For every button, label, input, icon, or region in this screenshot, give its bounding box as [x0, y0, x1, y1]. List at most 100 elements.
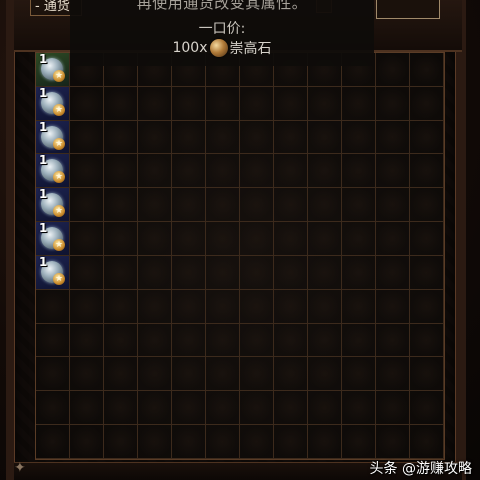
stash-cell[interactable]: [376, 154, 410, 189]
stash-cell[interactable]: [172, 289, 206, 324]
stash-cell[interactable]: [104, 425, 138, 459]
stash-cell[interactable]: [308, 222, 342, 256]
stash-cell[interactable]: [172, 425, 206, 459]
stash-cell[interactable]: [410, 188, 444, 223]
stash-cell[interactable]: [104, 222, 138, 256]
stash-cell[interactable]: [70, 289, 104, 324]
stash-cell[interactable]: [240, 222, 274, 256]
stash-cell[interactable]: [376, 86, 410, 121]
stash-cell[interactable]: [342, 86, 376, 121]
stash-cell[interactable]: [104, 323, 138, 358]
stash-cell[interactable]: [36, 425, 70, 459]
stash-cell[interactable]: [206, 255, 240, 290]
stash-cell[interactable]: [70, 255, 104, 290]
stash-item[interactable]: ★ 1: [36, 120, 70, 155]
stash-cell[interactable]: [138, 120, 172, 155]
stash-cell[interactable]: [36, 391, 70, 426]
stash-cell[interactable]: [70, 154, 104, 189]
stash-cell[interactable]: [308, 357, 342, 392]
stash-cell[interactable]: [104, 357, 138, 392]
stash-cell[interactable]: [376, 289, 410, 324]
stash-cell[interactable]: [206, 323, 240, 358]
stash-cell[interactable]: [342, 255, 376, 290]
stash-cell[interactable]: [308, 425, 342, 459]
stash-cell[interactable]: [70, 391, 104, 426]
stash-cell[interactable]: [138, 188, 172, 223]
stash-cell[interactable]: [206, 391, 240, 426]
stash-cell[interactable]: [308, 86, 342, 121]
stash-cell[interactable]: [410, 323, 444, 358]
stash-cell[interactable]: [240, 86, 274, 121]
stash-cell[interactable]: [172, 391, 206, 426]
stash-cell[interactable]: [308, 188, 342, 223]
stash-cell[interactable]: [206, 222, 240, 256]
stash-cell[interactable]: [172, 154, 206, 189]
stash-cell[interactable]: [274, 255, 308, 290]
stash-cell[interactable]: [172, 188, 206, 223]
stash-cell[interactable]: [240, 323, 274, 358]
stash-cell[interactable]: [308, 154, 342, 189]
stash-cell[interactable]: [206, 154, 240, 189]
stash-cell[interactable]: [410, 120, 444, 155]
stash-cell[interactable]: [342, 154, 376, 189]
stash-cell[interactable]: [274, 323, 308, 358]
stash-cell[interactable]: [172, 255, 206, 290]
stash-cell[interactable]: [274, 120, 308, 155]
stash-cell[interactable]: [206, 120, 240, 155]
stash-item[interactable]: ★ 1: [36, 52, 70, 87]
stash-cell[interactable]: [104, 154, 138, 189]
stash-cell[interactable]: [342, 425, 376, 459]
stash-cell[interactable]: [376, 188, 410, 223]
stash-item[interactable]: ★ 1: [36, 153, 70, 189]
stash-cell[interactable]: [172, 357, 206, 392]
stash-cell[interactable]: [376, 255, 410, 290]
stash-item[interactable]: ★ 1: [36, 187, 70, 223]
stash-cell[interactable]: [138, 154, 172, 189]
stash-cell[interactable]: [104, 120, 138, 155]
stash-cell[interactable]: [308, 255, 342, 290]
stash-cell[interactable]: [70, 425, 104, 459]
stash-cell[interactable]: [410, 255, 444, 290]
stash-cell[interactable]: [410, 425, 444, 459]
stash-cell[interactable]: [138, 323, 172, 358]
stash-cell[interactable]: [240, 188, 274, 223]
stash-cell[interactable]: [70, 86, 104, 121]
stash-cell[interactable]: [138, 289, 172, 324]
stash-cell[interactable]: [342, 391, 376, 426]
stash-cell[interactable]: [104, 289, 138, 324]
stash-cell[interactable]: [410, 53, 444, 87]
stash-item[interactable]: ★ 1: [36, 255, 70, 290]
stash-cell[interactable]: [410, 357, 444, 392]
stash-cell[interactable]: [342, 188, 376, 223]
stash-cell[interactable]: [240, 120, 274, 155]
stash-cell[interactable]: [104, 255, 138, 290]
stash-cell[interactable]: [376, 120, 410, 155]
stash-cell[interactable]: [274, 425, 308, 459]
stash-cell[interactable]: [138, 357, 172, 392]
stash-tab-right[interactable]: [376, 0, 440, 19]
stash-cell[interactable]: [274, 289, 308, 324]
stash-cell[interactable]: [274, 222, 308, 256]
stash-cell[interactable]: [240, 154, 274, 189]
stash-cell[interactable]: [308, 120, 342, 155]
stash-cell[interactable]: [206, 425, 240, 459]
stash-cell[interactable]: [36, 289, 70, 324]
stash-cell[interactable]: [240, 391, 274, 426]
stash-cell[interactable]: [376, 391, 410, 426]
stash-cell[interactable]: [206, 289, 240, 324]
stash-cell[interactable]: [274, 391, 308, 426]
stash-cell[interactable]: [138, 255, 172, 290]
stash-cell[interactable]: [138, 425, 172, 459]
stash-cell[interactable]: [376, 425, 410, 459]
stash-cell[interactable]: [206, 86, 240, 121]
stash-cell[interactable]: [70, 357, 104, 392]
stash-cell[interactable]: [308, 391, 342, 426]
stash-cell[interactable]: [342, 222, 376, 256]
stash-cell[interactable]: [410, 86, 444, 121]
stash-cell[interactable]: [240, 255, 274, 290]
stash-cell[interactable]: [274, 86, 308, 121]
stash-cell[interactable]: [104, 391, 138, 426]
stash-cell[interactable]: [36, 357, 70, 392]
stash-cell[interactable]: [70, 323, 104, 358]
stash-cell[interactable]: [172, 86, 206, 121]
